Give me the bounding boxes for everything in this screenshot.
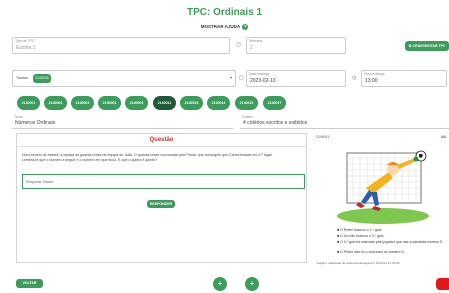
option-2: ■ O Ivo não marcou o 3.º golo. — [337, 234, 449, 239]
answer-placeholder: Resposta: Fausto — [26, 180, 54, 184]
data-field[interactable]: Data entrega 2023-02-10 — [246, 70, 346, 87]
help-icon[interactable]: ? — [242, 24, 249, 30]
side-code: 2140011 — [316, 135, 330, 139]
tipo-field[interactable]: Tipo de TPC Escrita 1 — [12, 37, 230, 54]
criar-tpc-button[interactable]: ⚙ CRIAR/EDITAR TPC — [405, 41, 449, 51]
pill-2140003[interactable]: 2140003 — [71, 96, 94, 110]
tema-label: Tema — [14, 115, 23, 119]
turma-tag[interactable]: 2140245 — [33, 74, 51, 83]
help-label: MOSTRAR AJUDA — [200, 24, 240, 30]
pill-2140005[interactable]: 2140005 — [125, 96, 148, 110]
data-value: 2023-02-10 — [250, 78, 276, 84]
add-left-button[interactable]: + — [213, 277, 227, 291]
divider — [16, 146, 307, 147]
chevron-down-icon[interactable]: ▾ — [230, 75, 232, 80]
help-toggle[interactable]: MOSTRAR AJUDA ? — [0, 24, 449, 30]
close-button[interactable] — [436, 278, 449, 290]
semana-field[interactable]: Semana 2 — [246, 37, 346, 54]
tipo-value: Escrita 1 — [16, 45, 36, 51]
goalkeeper-illustration — [331, 150, 432, 225]
option-1: ■ O Pedro marcou o 1.º golo. — [337, 228, 449, 233]
question-text: Num torneio de futebol, a equipa da guar… — [22, 153, 273, 162]
pill-2140002[interactable]: 2140002 — [44, 96, 67, 110]
answer-input[interactable]: Resposta: Fausto — [22, 174, 305, 189]
hora-value: 13:00 — [365, 78, 378, 84]
pill-2140017[interactable]: 2140017 — [263, 96, 286, 110]
question-heading: Questão — [149, 137, 174, 143]
plus-icon: + — [217, 279, 223, 288]
turmas-label: Turmas — [16, 76, 28, 80]
image-credit: Imagem: Adaptado de www.escolamagica.pt … — [316, 261, 400, 265]
option-4-text: O Pedro não foi o vencedor do número 5. — [340, 250, 405, 254]
turmas-field[interactable]: Turmas 2140245 ▾ — [12, 70, 236, 87]
plus-icon: + — [249, 279, 255, 288]
semana-label: Semana — [249, 39, 263, 43]
calendar-icon: ▢ — [236, 42, 241, 48]
criterio-field[interactable]: Critério 4 critérios escritos e exibidos — [240, 114, 449, 129]
option-4: ■ O Pedro não foi o vencedor do número 5… — [337, 250, 449, 255]
option-2-text: O Ivo não marcou o 3.º golo. — [340, 234, 385, 238]
pill-2140015[interactable]: 2140015 — [235, 96, 258, 110]
pill-2140001[interactable]: 2140001 — [17, 96, 40, 110]
hora-label: Hora entrega — [364, 72, 385, 76]
semana-value: 2 — [250, 45, 253, 51]
clock-icon: ◷ — [352, 75, 357, 81]
page-title: TPC: Ordinais 1 — [186, 7, 262, 18]
option-3: ■ O 3.º golo foi marcado pelo jogador qu… — [337, 240, 449, 245]
calendar-icon: ▢ — [239, 75, 244, 81]
pill-2140013[interactable]: 2140013 — [180, 96, 203, 110]
tipo-label: Tipo de TPC — [15, 39, 35, 43]
pill-2140014[interactable]: 2140014 — [207, 96, 230, 110]
voltar-button[interactable]: VOLTAR — [16, 279, 43, 288]
criterio-label: Critério — [242, 115, 254, 119]
tema-field[interactable]: Tema Números Ordinais — [12, 114, 233, 129]
side-tag: MA — [441, 135, 447, 139]
option-1-text: O Pedro marcou o 1.º golo. — [340, 228, 383, 232]
hora-field[interactable]: Hora entrega 13:00 — [361, 70, 447, 87]
responder-button[interactable]: RESPONDER — [147, 200, 175, 208]
add-right-button[interactable]: + — [245, 277, 259, 291]
criar-tpc-label: CRIAR/EDITAR TPC — [412, 44, 446, 48]
data-label: Data entrega — [249, 72, 270, 76]
tema-value: Números Ordinais — [15, 120, 56, 126]
pill-2140011[interactable]: 2140011 — [153, 96, 176, 110]
option-3-text: O 3.º golo foi marcado pelo jogador que … — [340, 240, 443, 244]
criterio-value: 4 critérios escritos e exibidos — [243, 120, 308, 126]
pill-2140004[interactable]: 2140004 — [98, 96, 121, 110]
